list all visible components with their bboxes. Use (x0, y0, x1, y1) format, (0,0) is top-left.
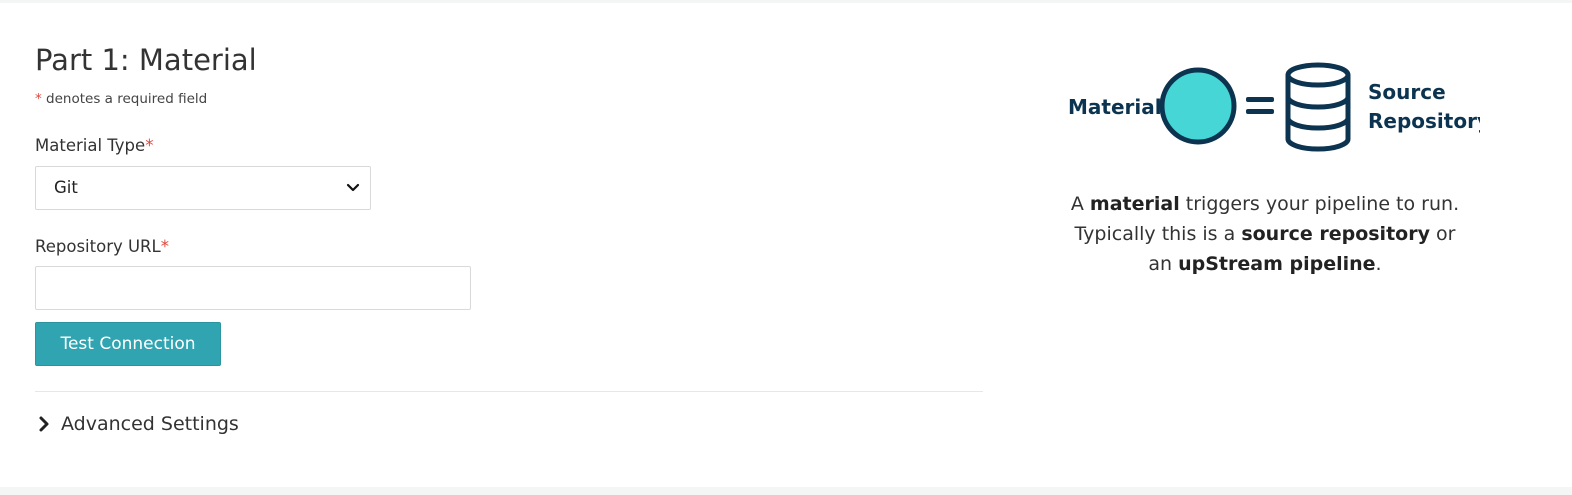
desc-text: . (1375, 253, 1382, 275)
required-star: * (35, 91, 42, 107)
repository-url-input[interactable] (35, 266, 471, 310)
illustration-repository-label: Repository (1368, 109, 1480, 133)
desc-text: triggers your pipeline to run. (1179, 193, 1460, 215)
desc-bold-material: material (1089, 193, 1180, 215)
database-icon (1285, 62, 1351, 152)
material-illustration: Material Source Repository (1068, 62, 1480, 152)
material-description: A material triggers your pipeline to run… (1060, 189, 1470, 279)
chevron-right-icon (39, 416, 49, 432)
description-line-1: A material triggers your pipeline to run… (1060, 189, 1470, 219)
equals-icon (1246, 97, 1274, 114)
page-title: Part 1: Material (35, 43, 257, 77)
material-panel: Part 1: Material * denotes a required fi… (0, 3, 1572, 487)
repository-url-required-star: * (160, 237, 169, 256)
illustration-source-label: Source (1368, 80, 1446, 104)
desc-text: Typically this is a (1074, 223, 1242, 245)
material-type-selected-value: Git (54, 178, 78, 197)
material-circle-icon (1159, 67, 1237, 145)
advanced-settings-toggle[interactable]: Advanced Settings (37, 413, 239, 435)
desc-bold-source-repository: source repository (1241, 223, 1430, 245)
desc-text: or (1429, 223, 1456, 245)
required-note-text: denotes a required field (41, 91, 208, 107)
description-line-3: an upStream pipeline. (1060, 249, 1470, 279)
repository-url-label-text: Repository URL (35, 237, 161, 256)
desc-text: A (1070, 193, 1090, 215)
desc-text: an (1148, 253, 1179, 275)
desc-bold-upstream-pipeline: upStream pipeline (1178, 253, 1376, 275)
section-divider (35, 391, 983, 392)
material-type-required-star: * (145, 136, 154, 155)
material-type-label: Material Type* (35, 136, 153, 155)
material-type-select[interactable]: Git (35, 166, 371, 210)
test-connection-button[interactable]: Test Connection (35, 322, 221, 366)
advanced-settings-label: Advanced Settings (61, 413, 239, 435)
chevron-down-icon (346, 183, 360, 192)
description-line-2: Typically this is a source repository or (1060, 219, 1470, 249)
repository-url-label: Repository URL* (35, 237, 169, 256)
material-type-label-text: Material Type (35, 136, 146, 155)
required-note: * denotes a required field (35, 91, 207, 107)
illustration-material-label: Material (1068, 95, 1162, 119)
